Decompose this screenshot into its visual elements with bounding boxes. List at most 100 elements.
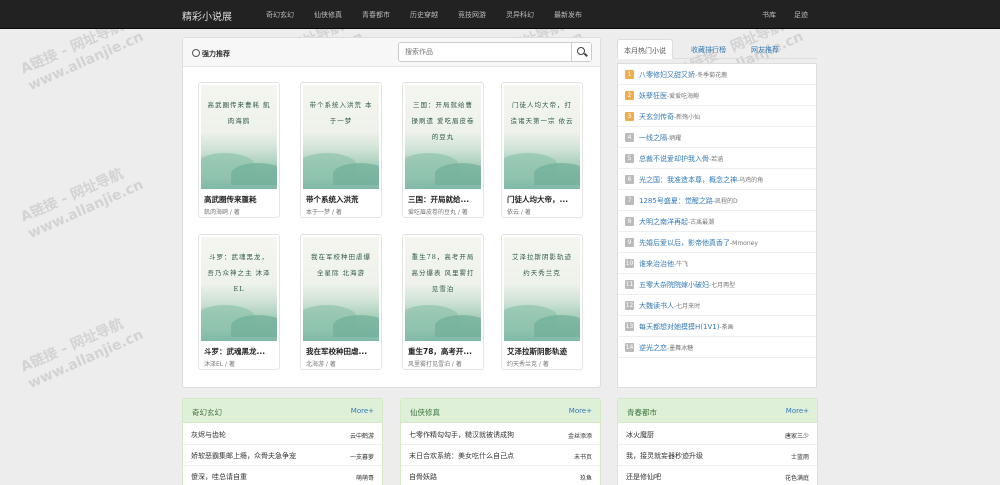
ranking-item[interactable]: 13 每天都想对她摸摸H(1V1)-茶画: [618, 316, 816, 337]
watermark: A链接 - 网址导航www.allanjie.cn: [18, 316, 146, 392]
nav-link-latest[interactable]: 最新发布: [554, 10, 582, 20]
category-book-author: 玖鱼: [579, 475, 592, 482]
nav-link-library[interactable]: 书库: [762, 10, 776, 20]
book-author: 风里雾打见雪泊 / 著: [408, 361, 462, 368]
book-cover[interactable]: 带个系统入洪荒 本于一梦: [303, 85, 379, 189]
book-author: 本于一梦 / 著: [306, 209, 342, 216]
watermark: A链接 - 网址导航www.allanjie.cn: [18, 166, 146, 242]
category-row[interactable]: 末日合欢系统：美女吃什么自己点 未书页: [401, 445, 600, 466]
book-card[interactable]: 重生78，高考开局高分爆表 风里雾打见雪泊 重生78，高考开... 风里雾打见雪…: [402, 234, 484, 370]
book-author: 北海游 / 著: [306, 361, 336, 368]
rank-title: 大明之南洋再起: [639, 218, 688, 226]
nav-link-history[interactable]: 历史穿越: [410, 10, 438, 20]
nav-link-scifi[interactable]: 灵异科幻: [506, 10, 534, 20]
rank-author: -新殇小仙: [674, 114, 701, 121]
rank-title: 五零大杂院院嫁小破妇: [639, 281, 709, 289]
ranking-item[interactable]: 6 光之国：我准造本尊，概念之神-乌鸡的角: [618, 169, 816, 190]
book-card[interactable]: 带个系统入洪荒 本于一梦 带个系统入洪荒 本于一梦 / 著: [300, 82, 382, 218]
ranking-item[interactable]: 9 先婚后爱以后，影帝他真香了-Mmoney: [618, 232, 816, 253]
tab-user-recommend[interactable]: 网友推荐: [751, 39, 779, 59]
book-title[interactable]: 重生78，高考开...: [408, 346, 482, 357]
book-title[interactable]: 带个系统入洪荒: [306, 194, 380, 205]
category-row[interactable]: 七零作精勾勾手，糙汉就被诱成狗 金丝添添: [401, 424, 600, 445]
ranking-item[interactable]: 7 1285号盛夏：觉醒之路-凯程的D: [618, 190, 816, 211]
book-title[interactable]: 斗罗：武魂黑龙...: [204, 346, 278, 357]
book-card[interactable]: 斗罗：武魂黑龙，吾乃众神之主 沐泽EL 斗罗：武魂黑龙... 沐泽EL / 著: [198, 234, 280, 370]
book-title[interactable]: 门徒人均大帝，...: [507, 194, 581, 205]
ranking-item[interactable]: 12 大魏读书人-七月来时: [618, 295, 816, 316]
rank-number: 8: [625, 217, 634, 226]
rank-number: 11: [625, 280, 634, 289]
ranking-item[interactable]: 3 天玄剑传奇-新殇小仙: [618, 106, 816, 127]
book-cover[interactable]: 三国：开局就给曹操刷遗 爱吃眉皮卷的豆丸: [405, 85, 481, 189]
search-input[interactable]: [405, 48, 565, 56]
category-more-link[interactable]: More+: [351, 407, 374, 415]
category-row[interactable]: 自骨妖路 玖鱼: [401, 466, 600, 485]
rank-number: 12: [625, 301, 634, 310]
book-title[interactable]: 我在军校种田虐...: [306, 346, 380, 357]
nav-link-fantasy[interactable]: 奇幻玄幻: [266, 10, 294, 20]
book-title[interactable]: 艾泽拉斯阴影轨迹: [507, 346, 581, 357]
book-cover[interactable]: 门徒人均大帝，打造诸天第一宗 依云: [504, 85, 580, 189]
top-navbar: 精彩小说展 奇幻玄幻 仙侠修真 青春都市 历史穿越 竞技网游 灵异科幻 最新发布…: [0, 0, 1000, 29]
ranking-item[interactable]: 10 谁来治治他-牛飞: [618, 253, 816, 274]
category-book-name[interactable]: 傻深，哇总请自重: [191, 472, 247, 482]
book-cover[interactable]: 斗罗：武魂黑龙，吾乃众神之主 沐泽EL: [201, 237, 277, 341]
book-cover[interactable]: 重生78，高考开局高分爆表 风里雾打见雪泊: [405, 237, 481, 341]
category-row[interactable]: 娇软恶霸集邮上瘾，众骨夫急争宠 一支暮萝: [183, 445, 382, 466]
book-card[interactable]: 高武圈传来曹耗 飢肉海鸥 高武圈传来噩耗 飢肉海鸥 / 著: [198, 82, 280, 218]
ranking-item[interactable]: 11 五零大杂院院嫁小破妇-七月两型: [618, 274, 816, 295]
rank-title: 大魏读书人: [639, 302, 674, 310]
rank-author: -乌鸡的角: [737, 177, 764, 184]
book-cover[interactable]: 艾泽拉斯阴影轨迹 约天秀兰克: [504, 237, 580, 341]
rank-title: 逆光之恋: [639, 344, 667, 352]
book-author: 爱吃眉皮卷的豆丸 / 著: [408, 209, 468, 216]
category-row[interactable]: 傻深，哇总请自重 萌萌哥: [183, 466, 382, 485]
category-book-name[interactable]: 末日合欢系统：美女吃什么自己点: [409, 451, 514, 461]
category-book-name[interactable]: 娇软恶霸集邮上瘾，众骨夫急争宠: [191, 451, 296, 461]
rank-title: 每天都想对她摸摸H(1V1): [639, 323, 720, 331]
nav-link-xianxia[interactable]: 仙侠修真: [314, 10, 342, 20]
book-card[interactable]: 三国：开局就给曹操刷遗 爱吃眉皮卷的豆丸 三国：开局就给... 爱吃眉皮卷的豆丸…: [402, 82, 484, 218]
rank-number: 4: [625, 133, 634, 142]
category-row[interactable]: 冰火魔厨 唐家三少: [618, 424, 817, 445]
book-card[interactable]: 艾泽拉斯阴影轨迹 约天秀兰克 艾泽拉斯阴影轨迹 约天秀兰克 / 著: [501, 234, 583, 370]
book-card[interactable]: 门徒人均大帝，打造诸天第一宗 依云 门徒人均大帝，... 依云 / 著: [501, 82, 583, 218]
ranking-item[interactable]: 14 逆光之恋-墨舞冰糖: [618, 337, 816, 358]
nav-link-gaming[interactable]: 竞技网游: [458, 10, 486, 20]
ranking-item[interactable]: 5 总裁不说爱却护我入骨-若涵: [618, 148, 816, 169]
rank-author: -古禹最潮: [688, 219, 715, 226]
category-more-link[interactable]: More+: [569, 407, 592, 415]
book-card[interactable]: 我在军校种田虐爆全星际 北海游 我在军校种田虐... 北海游 / 著: [300, 234, 382, 370]
tab-monthly-hot[interactable]: 本月热门小说: [617, 39, 673, 59]
ranking-item[interactable]: 4 一线之隔-炳耀: [618, 127, 816, 148]
category-book-name[interactable]: 七零作精勾勾手，糙汉就被诱成狗: [409, 430, 514, 440]
book-title[interactable]: 高武圈传来噩耗: [204, 194, 278, 205]
rank-number: 7: [625, 196, 634, 205]
nav-link-history-footprint[interactable]: 足迹: [794, 10, 808, 20]
category-book-name[interactable]: 我，接灵就妄器秒迹升级: [626, 451, 703, 461]
rank-title: 八零修妇又甜又娇: [639, 71, 695, 79]
category-book-name[interactable]: 自骨妖路: [409, 472, 437, 482]
category-row[interactable]: 灰烬与齿轮 云中鹤游: [183, 424, 382, 445]
category-book-author: 未书页: [573, 454, 592, 461]
rank-number: 5: [625, 154, 634, 163]
category-book-name[interactable]: 灰烬与齿轮: [191, 430, 226, 440]
ranking-item[interactable]: 1 八零修妇又甜又娇-冬季菊花鹿: [618, 64, 816, 85]
category-book-author: 云中鹤游: [349, 433, 374, 440]
book-cover[interactable]: 高武圈传来曹耗 飢肉海鸥: [201, 85, 277, 189]
category-row[interactable]: 我，接灵就妄器秒迹升级 士蓝雨: [618, 445, 817, 466]
category-book-name[interactable]: 还是修仙吧: [626, 472, 661, 482]
search-button[interactable]: [571, 43, 591, 61]
category-book-author: 一支暮萝: [349, 454, 374, 461]
ranking-item[interactable]: 8 大明之南洋再起-古禹最潮: [618, 211, 816, 232]
category-row[interactable]: 还是修仙吧 花色满庭: [618, 466, 817, 485]
book-title[interactable]: 三国：开局就给...: [408, 194, 482, 205]
category-book-name[interactable]: 冰火魔厨: [626, 430, 654, 440]
tab-collect-rank[interactable]: 收藏排行榜: [691, 39, 726, 59]
ranking-item[interactable]: 2 妖孽狂医-爱爱吃海鲍: [618, 85, 816, 106]
nav-link-urban[interactable]: 青春都市: [362, 10, 390, 20]
book-cover[interactable]: 我在军校种田虐爆全星际 北海游: [303, 237, 379, 341]
site-brand[interactable]: 精彩小说展: [182, 8, 232, 23]
category-more-link[interactable]: More+: [786, 407, 809, 415]
